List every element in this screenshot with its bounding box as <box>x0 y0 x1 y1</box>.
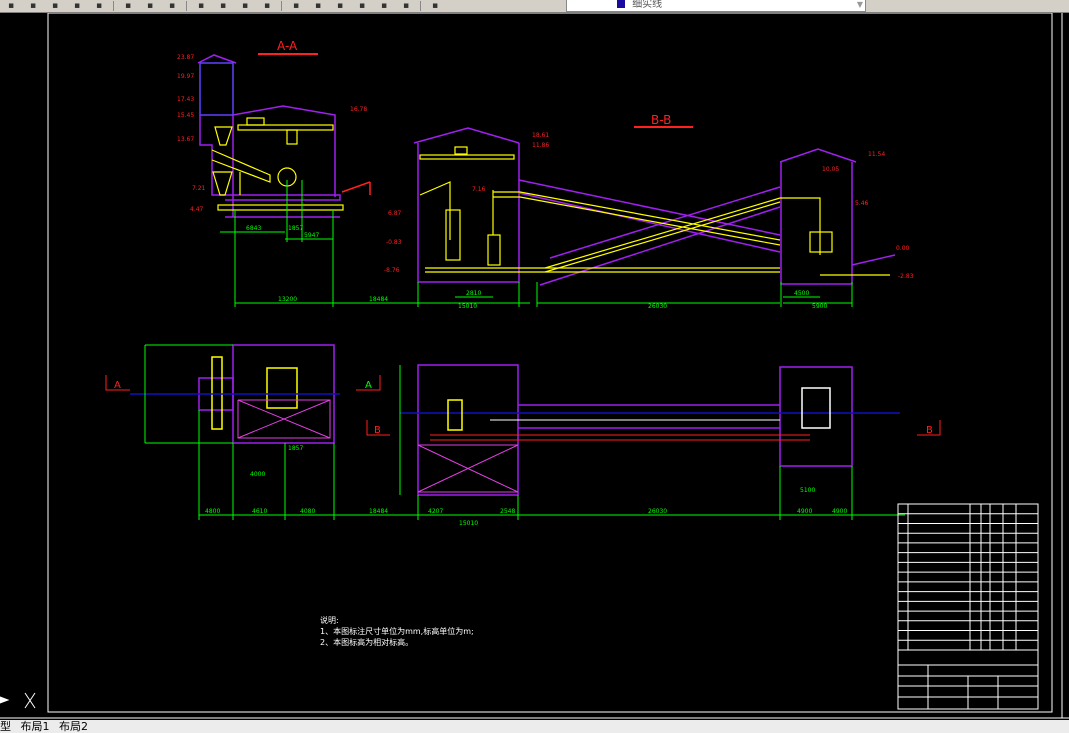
calculator-icon[interactable]: ▪ <box>398 1 414 11</box>
toolbar-separator <box>186 1 187 11</box>
standard-toolbar: ▪▪▪▪▪▪▪▪▪▪▪▪▪▪▪▪▪▪▪▪ <box>0 0 1069 13</box>
svg-text:-8.76: -8.76 <box>384 267 400 274</box>
layer-color-swatch <box>617 0 625 8</box>
print-icon[interactable]: ▪ <box>3 1 19 11</box>
svg-text:4.47: 4.47 <box>190 206 204 213</box>
svg-text:11.54: 11.54 <box>868 151 885 158</box>
svg-text:11.86: 11.86 <box>532 142 549 149</box>
tab-layout1[interactable]: 布局1 <box>21 720 50 733</box>
dim-label: 5947 <box>304 232 319 239</box>
dim-label: 1857 <box>288 445 303 452</box>
dim-label: 2810 <box>466 290 481 297</box>
svg-text:B: B <box>374 425 381 436</box>
svg-text:17.43: 17.43 <box>177 96 194 103</box>
paste-icon[interactable]: ▪ <box>91 1 107 11</box>
dim-label: 15010 <box>459 520 478 527</box>
dim-label: 4000 <box>250 471 265 478</box>
cut-icon[interactable]: ▪ <box>47 1 63 11</box>
svg-text:B: B <box>926 425 933 436</box>
zoom-realtime-icon[interactable]: ▪ <box>215 1 231 11</box>
dim-label: 5100 <box>800 487 815 494</box>
section-bb-title: B-B <box>651 113 671 127</box>
svg-text:-2.83: -2.83 <box>898 273 914 280</box>
dim-label: 2548 <box>500 508 515 515</box>
toolbar-separator <box>420 1 421 11</box>
dim-label: 26030 <box>648 303 667 310</box>
chevron-down-icon[interactable]: ▼ <box>857 0 863 10</box>
dim-label: 1857 <box>288 225 303 232</box>
dim-label: 4800 <box>205 508 220 515</box>
layer-name: 细实线 <box>632 0 663 10</box>
design-center-icon[interactable]: ▪ <box>310 1 326 11</box>
tool-palettes-icon[interactable]: ▪ <box>332 1 348 11</box>
dim-label: 4500 <box>794 290 809 297</box>
svg-text:说明:: 说明: <box>320 615 339 625</box>
matchprop-icon[interactable]: ▪ <box>120 1 136 11</box>
zoom-previous-icon[interactable]: ▪ <box>259 1 275 11</box>
tab-model[interactable]: 型 <box>0 720 11 733</box>
svg-text:18.61: 18.61 <box>532 132 549 139</box>
layer-dropdown[interactable]: 细实线 ▼ <box>566 0 866 12</box>
svg-text:10.05: 10.05 <box>822 166 839 173</box>
undo-icon[interactable]: ▪ <box>142 1 158 11</box>
dim-label: 4900 <box>832 508 847 515</box>
pan-icon[interactable]: ▪ <box>193 1 209 11</box>
toolbar-separator <box>281 1 282 11</box>
svg-text:16.78: 16.78 <box>350 106 367 113</box>
svg-text:19.97: 19.97 <box>177 73 194 80</box>
toolbar-separator <box>113 1 114 11</box>
zoom-window-icon[interactable]: ▪ <box>237 1 253 11</box>
help-icon[interactable]: ▪ <box>427 1 443 11</box>
markup-icon[interactable]: ▪ <box>376 1 392 11</box>
svg-text:A: A <box>365 380 372 391</box>
section-aa-title: A-A <box>277 39 298 53</box>
model-space-canvas[interactable]: A-A 23.87 19.97 17.43 15.45 13.67 7.21 4… <box>0 13 1069 720</box>
dim-label: 15010 <box>458 303 477 310</box>
sheet-set-icon[interactable]: ▪ <box>354 1 370 11</box>
copy-icon[interactable]: ▪ <box>69 1 85 11</box>
svg-text:A: A <box>114 380 121 391</box>
svg-text:2、本图标高为相对标高。: 2、本图标高为相对标高。 <box>320 637 413 647</box>
dim-label: 4207 <box>428 508 443 515</box>
dim-label: 18484 <box>369 508 388 515</box>
redo-icon[interactable]: ▪ <box>164 1 180 11</box>
svg-text:0.00: 0.00 <box>896 245 910 252</box>
svg-text:5.46: 5.46 <box>855 200 869 207</box>
dim-label: 26030 <box>648 508 667 515</box>
dim-label: 4900 <box>797 508 812 515</box>
publish-icon[interactable]: ▪ <box>25 1 41 11</box>
svg-text:13.67: 13.67 <box>177 136 194 143</box>
svg-text:1、本图标注尺寸单位为mm,标高单位为m;: 1、本图标注尺寸单位为mm,标高单位为m; <box>320 626 474 636</box>
dim-label: 5900 <box>812 303 827 310</box>
svg-text:23.87: 23.87 <box>177 54 194 61</box>
svg-text:7.16: 7.16 <box>472 186 486 193</box>
dim-label: 6843 <box>246 225 261 232</box>
layout-tabs: 型 布局1 布局2 <box>0 720 1069 733</box>
dim-label: 4610 <box>252 508 267 515</box>
dim-label: 18484 <box>369 296 388 303</box>
svg-text:7.21: 7.21 <box>192 185 206 192</box>
svg-text:-0.83: -0.83 <box>386 239 402 246</box>
tab-layout2[interactable]: 布局2 <box>59 720 88 733</box>
dim-label: 13200 <box>278 296 297 303</box>
svg-text:6.87: 6.87 <box>388 210 402 217</box>
dim-label: 4080 <box>300 508 315 515</box>
properties-icon[interactable]: ▪ <box>288 1 304 11</box>
svg-text:15.45: 15.45 <box>177 112 194 119</box>
